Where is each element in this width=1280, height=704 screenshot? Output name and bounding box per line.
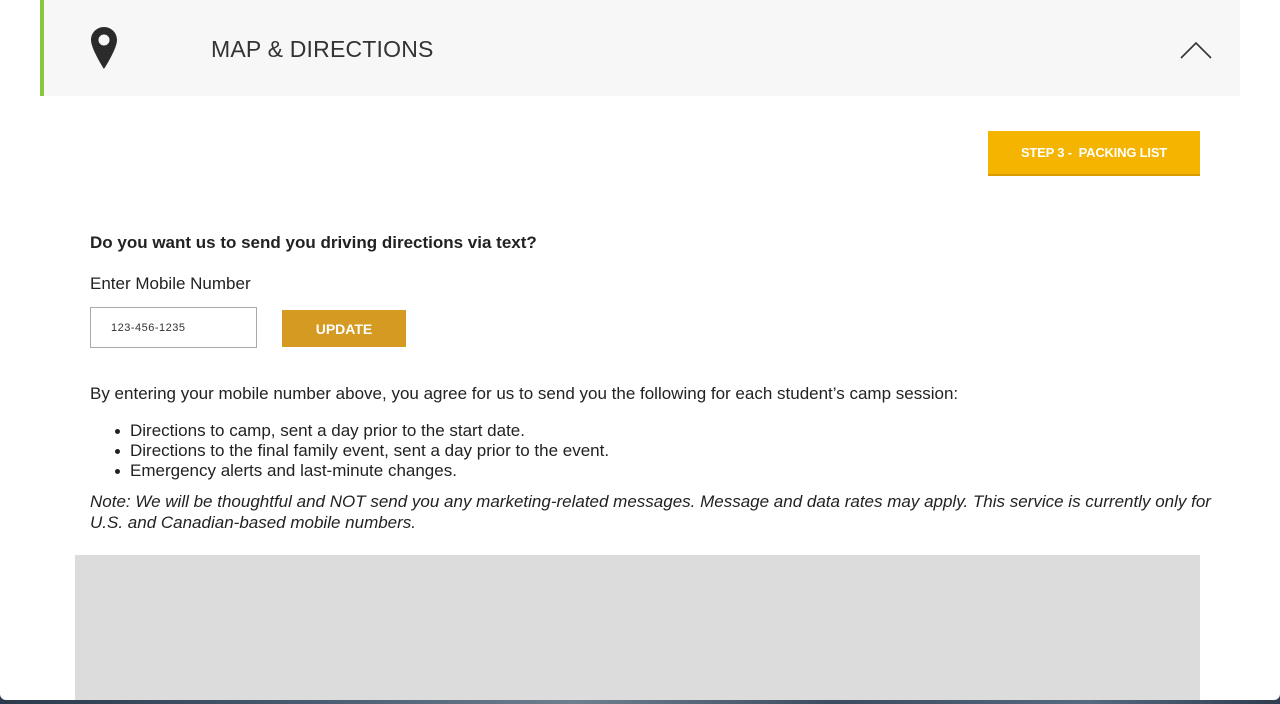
section-title: MAP & DIRECTIONS [211, 36, 434, 62]
disclaimer-note: Note: We will be thoughtful and NOT send… [90, 492, 1211, 532]
directions-panel: MAP & DIRECTIONS STEP 3 - PACKING LIST D… [0, 0, 1280, 700]
chevron-up-icon[interactable] [1180, 40, 1212, 60]
agreement-text: By entering your mobile number above, yo… [90, 384, 959, 403]
sms-question: Do you want us to send you driving direc… [90, 233, 537, 252]
map-placeholder[interactable] [75, 555, 1200, 700]
list-item: Directions to the final family event, se… [114, 441, 610, 460]
list-item: Directions to camp, sent a day prior to … [114, 421, 609, 441]
notification-list: Directions to camp, sent a day prior to … [114, 421, 610, 481]
list-item: Emergency alerts and last-minute changes… [114, 461, 609, 481]
update-button[interactable]: UPDATE [282, 310, 406, 347]
mobile-number-label: Enter Mobile Number [90, 274, 251, 293]
mobile-number-input[interactable] [90, 307, 257, 348]
step-3-packing-list-button[interactable]: STEP 3 - PACKING LIST [988, 131, 1200, 176]
map-pin-icon [91, 27, 117, 69]
accordion-header-map-directions[interactable]: MAP & DIRECTIONS [40, 0, 1240, 96]
